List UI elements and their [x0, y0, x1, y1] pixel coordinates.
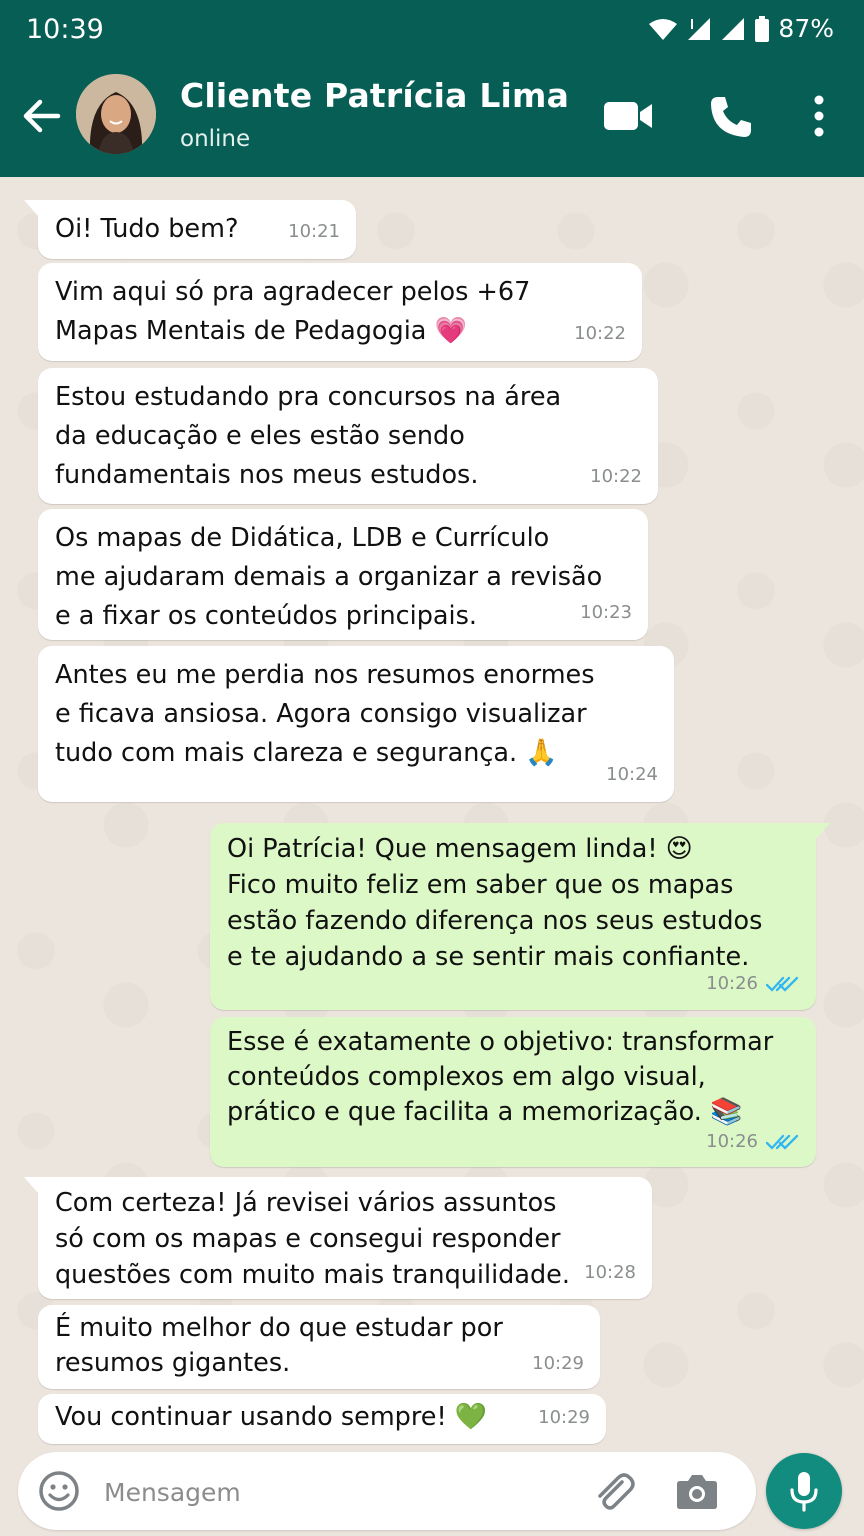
green-heart-emoji: 💚: [454, 1402, 488, 1432]
message-time: 10:26: [706, 966, 800, 1002]
message-bubble-incoming[interactable]: Antes eu me perdia nos resumos enormes e…: [38, 646, 674, 802]
message-text: Oi! Tudo bem?: [55, 214, 239, 244]
avatar[interactable]: [76, 74, 156, 154]
message-bubble-outgoing[interactable]: Oi Patrícia! Que mensagem linda! 😍 Fico …: [210, 823, 830, 1010]
back-arrow-icon[interactable]: [20, 94, 64, 138]
message-time: 10:22: [574, 314, 626, 353]
time-label: 10:26: [706, 973, 758, 994]
message-text: É muito melhor do que estudar por resumo…: [55, 1313, 503, 1378]
more-options-icon[interactable]: [812, 94, 826, 138]
heart-eyes-emoji: 😍: [665, 834, 693, 864]
time-label: 10:22: [590, 466, 642, 487]
message-text: Vou continuar usando sempre!: [55, 1402, 447, 1432]
microphone-icon: [790, 1472, 818, 1512]
message-bubble-incoming[interactable]: Estou estudando pra concursos na área da…: [38, 368, 658, 504]
message-time: 10:28: [584, 1255, 636, 1291]
message-text: Estou estudando pra concursos na área da…: [55, 382, 562, 490]
time-label: 10:24: [606, 764, 658, 785]
message-time: 10:29: [532, 1346, 584, 1381]
avatar-photo: [76, 74, 156, 154]
attach-icon[interactable]: [592, 1470, 636, 1514]
time-label: 10:29: [532, 1353, 584, 1374]
message-time: 10:22: [590, 457, 642, 496]
time-label: 10:23: [580, 602, 632, 623]
read-receipt-icon: [766, 976, 799, 992]
praying-hands-emoji: 🙏: [525, 738, 558, 768]
message-text: Antes eu me perdia nos resumos enormes e…: [55, 660, 595, 768]
message-text: Esse é exatamente o objetivo: transforma…: [227, 1027, 774, 1127]
phone-call-icon[interactable]: [708, 94, 754, 140]
message-bubble-incoming[interactable]: Vou continuar usando sempre! 💚 10:29: [38, 1394, 606, 1444]
message-bubble-incoming[interactable]: Com certeza! Já revisei vários assuntos …: [24, 1177, 652, 1299]
message-bubble-incoming[interactable]: É muito melhor do que estudar por resumo…: [38, 1305, 600, 1389]
message-bubble-incoming[interactable]: Os mapas de Didática, LDB e Currículo me…: [38, 509, 648, 640]
message-bubble-incoming[interactable]: Vim aqui só pra agradecer pelos +67 Mapa…: [38, 263, 642, 361]
battery-level: 87%: [778, 14, 834, 43]
voice-message-button[interactable]: [766, 1453, 842, 1529]
read-receipt-icon: [766, 1134, 799, 1150]
message-text-continued: Fico muito feliz em saber que os mapas e…: [227, 870, 763, 972]
message-time: 10:26: [706, 1124, 800, 1159]
chat-header: Cliente Patrícia Lima online: [0, 64, 864, 177]
message-text: Com certeza! Já revisei vários assuntos …: [55, 1188, 570, 1290]
time-label: 10:26: [706, 1131, 758, 1152]
message-bubble-incoming[interactable]: Oi! Tudo bem? 10:21: [24, 200, 356, 259]
message-time: 10:23: [580, 593, 632, 632]
message-text: Os mapas de Didática, LDB e Currículo me…: [55, 523, 603, 631]
message-time: 10:24: [606, 755, 658, 794]
status-time: 10:39: [26, 14, 104, 45]
video-call-icon[interactable]: [602, 100, 654, 132]
battery-icon: [755, 15, 770, 42]
chat-area[interactable]: Oi! Tudo bem? 10:21 Vim aqui só pra agra…: [0, 177, 864, 1450]
wifi-icon: [649, 18, 678, 40]
message-time: 10:29: [538, 1398, 590, 1438]
time-label: 10:22: [574, 323, 626, 344]
status-icons: 87%: [648, 14, 834, 43]
contact-status: online: [180, 126, 251, 152]
time-label: 10:29: [538, 1407, 590, 1428]
status-bar: 10:39 87%: [0, 0, 864, 64]
time-label: 10:28: [584, 1262, 636, 1283]
signal-icon-2: [722, 17, 745, 40]
camera-icon[interactable]: [676, 1472, 718, 1510]
contact-name[interactable]: Cliente Patrícia Lima: [180, 76, 569, 115]
message-time: 10:21: [288, 212, 340, 251]
message-composer: [18, 1452, 756, 1530]
message-bubble-outgoing[interactable]: Esse é exatamente o objetivo: transforma…: [210, 1017, 816, 1167]
heart-emoji: 💗: [434, 316, 467, 346]
emoji-picker-icon[interactable]: [38, 1470, 80, 1512]
time-label: 10:21: [288, 221, 340, 242]
message-text: Oi Patrícia! Que mensagem linda!: [227, 834, 658, 864]
message-input[interactable]: [102, 1466, 566, 1518]
signal-icon: [688, 17, 711, 40]
